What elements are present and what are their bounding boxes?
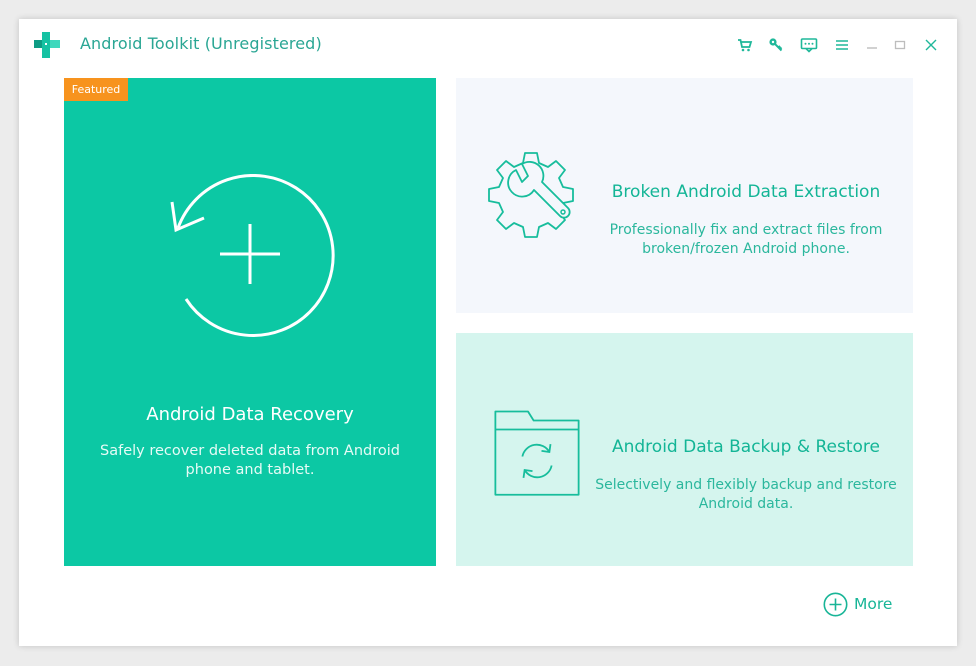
close-button[interactable] <box>919 33 943 57</box>
backup-description: Selectively and flexibly backup and rest… <box>595 477 897 512</box>
android-data-recovery-card[interactable]: Featured Android Data Recovery Safely re… <box>64 78 436 566</box>
recovery-icon <box>170 174 335 337</box>
app-logo-icon <box>34 32 60 58</box>
broken-android-data-extraction-card[interactable]: Broken Android Data Extraction Professio… <box>456 78 913 313</box>
plus-circle-icon <box>823 592 848 616</box>
android-data-backup-restore-card[interactable]: Android Data Backup & Restore Selectivel… <box>456 333 913 566</box>
minimize-button[interactable] <box>860 33 884 57</box>
app-window: Android Toolkit (Unregistered) Featured … <box>19 19 957 646</box>
feedback-button[interactable] <box>797 33 821 57</box>
maximize-button[interactable] <box>888 33 912 57</box>
maximize-icon <box>894 40 906 50</box>
gear-wrench-icon <box>488 152 574 238</box>
folder-sync-icon <box>494 410 580 496</box>
key-icon <box>769 38 783 52</box>
close-icon <box>925 39 937 51</box>
extraction-description: Professionally fix and extract files fro… <box>609 222 883 257</box>
more-label: More <box>854 595 893 613</box>
menu-icon <box>836 40 848 50</box>
feedback-icon <box>800 38 818 53</box>
minimize-icon <box>867 47 877 49</box>
cart-icon <box>738 39 753 52</box>
recovery-description: Safely recover deleted data from Android… <box>100 443 400 478</box>
menu-button[interactable] <box>830 33 854 57</box>
more-button[interactable]: More <box>823 590 892 618</box>
featured-badge: Featured <box>64 78 128 101</box>
extraction-title: Broken Android Data Extraction <box>611 182 881 202</box>
window-title: Android Toolkit (Unregistered) <box>80 34 322 53</box>
cart-button[interactable] <box>733 33 757 57</box>
title-bar[interactable]: Android Toolkit (Unregistered) <box>19 19 957 71</box>
backup-title: Android Data Backup & Restore <box>611 437 880 457</box>
recovery-title: Android Data Recovery <box>146 404 354 425</box>
register-button[interactable] <box>764 33 788 57</box>
